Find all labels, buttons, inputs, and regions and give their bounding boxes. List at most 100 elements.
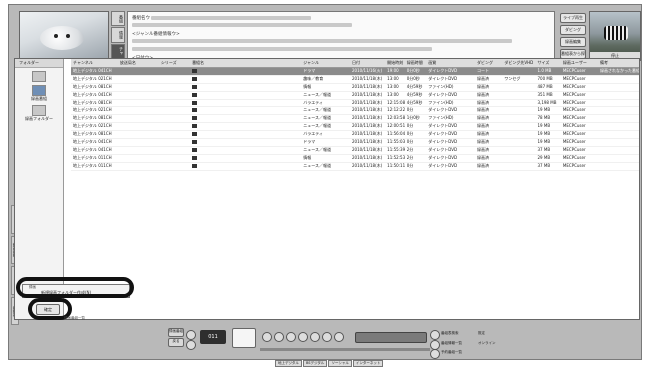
column-header[interactable]: サイズ	[536, 59, 561, 67]
table-row[interactable]: 地上デジタル 081CH 情報 2010/11/18(木) 13:00 4分59秒 ファイ…	[71, 84, 639, 92]
table-cell	[118, 100, 159, 107]
table-cell: 地上デジタル 021CH	[73, 107, 112, 113]
table-row[interactable]: 地上デジタル 081CH バラエティ 2010/11/18(木) 12:15:08 4分…	[71, 100, 639, 108]
table-cell	[190, 76, 301, 83]
column-header[interactable]: 画質	[426, 59, 475, 67]
table-cell	[598, 76, 639, 83]
vertical-tab[interactable]: 番組	[111, 11, 125, 27]
live-play-button[interactable]: ライブ再生	[560, 13, 586, 23]
power-icon[interactable]	[186, 340, 196, 350]
table-row[interactable]: 地上デジタル 041CH ニュース／報道 2010/11/18(木) 13:00 4分5…	[71, 92, 639, 100]
table-cell	[159, 68, 190, 75]
table-cell: ニュース／報道	[303, 146, 332, 152]
table-cell: 録画済	[476, 75, 489, 81]
recorded-button[interactable]: 録画番組	[168, 328, 184, 337]
epg-search-label[interactable]: 番組表検索	[441, 331, 459, 336]
table-cell: 78 MB	[537, 115, 551, 121]
table-row[interactable]: 地上デジタル 011CH 情報 2010/11/18(木) 11:52:53 2分 ダイレ…	[71, 155, 639, 163]
volume-bar[interactable]	[260, 348, 430, 351]
table-row[interactable]: 地上デジタル 041CH ニュース／報道 2010/11/18(木) 11:55:39…	[71, 147, 639, 155]
table-cell: MECPCuser	[562, 68, 586, 73]
table-cell: 録画済	[476, 107, 489, 113]
table-cell	[159, 147, 190, 154]
table-cell: 11:55:39	[387, 146, 405, 152]
folder-item[interactable]: 録画フォルダー	[15, 105, 63, 122]
program-list-label[interactable]: 番組情報一覧	[441, 341, 462, 346]
table-cell: 19:00	[387, 68, 399, 73]
vertical-tab[interactable]: チャ	[111, 43, 125, 59]
column-header[interactable]: 日付	[350, 59, 385, 67]
column-header[interactable]: ダビング先VHD	[502, 59, 535, 67]
table-row[interactable]: 地上デジタル 081CH ニュース／報道 2010/11/18(木) 12:03:58…	[71, 115, 639, 124]
table-cell: 11:50:11	[387, 162, 405, 168]
table-row[interactable]: 地上デジタル 041CH ドラマ 2010/11/18(木) 11:55:03 0分 ダイ…	[71, 139, 639, 147]
column-header[interactable]: ダビング	[475, 59, 502, 67]
table-row[interactable]: 地上デジタル 021CH ニュース／報道 2010/11/18(木) 12:00:51…	[71, 123, 639, 132]
table-cell	[598, 107, 639, 114]
table-cell: 4分59秒	[406, 91, 423, 97]
table-cell	[190, 100, 301, 107]
program-icon	[192, 76, 198, 81]
table-cell: ダイレクトDVD	[428, 91, 458, 97]
fast-forward-icon[interactable]	[334, 332, 344, 342]
vertical-tab[interactable]: 情報	[111, 27, 125, 43]
dubbing-button[interactable]: ダビング	[560, 25, 586, 35]
table-cell: 19 MB	[537, 139, 551, 145]
table-row[interactable]: 地上デジタル 021CH 趣味／教育 2010/11/18(木) 13:00 0分0秒 ダ…	[71, 76, 639, 84]
reservation-list-label[interactable]: 予約番組一覧	[441, 350, 462, 355]
table-cell: 4分59秒	[406, 99, 423, 105]
column-header[interactable]: 録画時間	[405, 59, 427, 67]
table-cell	[502, 100, 535, 107]
table-cell: 2分	[406, 154, 414, 160]
info-line	[132, 39, 550, 46]
table-cell	[118, 155, 159, 162]
reservation-list-icon[interactable]	[430, 349, 440, 359]
back-button[interactable]: 戻る	[168, 338, 184, 347]
play-icon[interactable]	[286, 332, 296, 342]
column-header[interactable]: 放送局名	[118, 59, 159, 67]
table-cell: 3,198 MB	[537, 99, 557, 105]
table-cell	[190, 84, 301, 91]
folder-item[interactable]: 録画番組	[15, 85, 63, 102]
table-cell: MECPCuser	[562, 123, 586, 129]
column-header[interactable]: ジャンル	[301, 59, 350, 67]
folder-item[interactable]	[15, 71, 63, 82]
table-cell: 地上デジタル 011CH	[73, 154, 112, 160]
table-cell: 0分	[406, 107, 414, 113]
column-header[interactable]: 録画ユーザー	[561, 59, 598, 67]
table-cell: 地上デジタル 011CH	[73, 162, 112, 168]
column-header[interactable]: 開始時刻	[385, 59, 405, 67]
online-label[interactable]: オンライン	[478, 341, 496, 346]
column-header[interactable]: チャンネル	[71, 59, 118, 67]
table-cell	[118, 163, 159, 170]
edit-button[interactable]: 録画編集	[560, 37, 586, 47]
table-row[interactable]: 地上デジタル 011CH ニュース／報道 2010/11/18(木) 11:50:11…	[71, 163, 639, 171]
table-cell	[118, 107, 159, 114]
table-cell	[190, 115, 301, 122]
column-header[interactable]: 備考	[598, 59, 639, 67]
program-icon	[192, 108, 198, 113]
column-header[interactable]: 番組名	[190, 59, 301, 67]
confirm-button[interactable]: 確定	[36, 304, 60, 315]
record-icon[interactable]	[186, 330, 196, 340]
rewind-icon[interactable]	[262, 332, 272, 342]
pause-icon[interactable]	[298, 332, 308, 342]
table-row[interactable]: 地上デジタル 041CH ドラマ 2010/11/16(火) 19:00 0分0秒 ダイレ…	[71, 68, 639, 76]
prev-icon[interactable]	[274, 332, 284, 342]
table-cell: 地上デジタル 041CH	[73, 139, 112, 145]
folder-icon	[32, 85, 46, 96]
screen-toggle-button[interactable]	[232, 328, 256, 348]
next-icon[interactable]	[322, 332, 332, 342]
table-cell: 録画されなかった番組	[600, 68, 639, 73]
table-row[interactable]: 地上デジタル 081CH バラエティ 2010/11/18(木) 11:56:04 0分…	[71, 131, 639, 140]
table-row[interactable]: 地上デジタル 021CH ニュース／報道 2010/11/18(木) 12:12:22…	[71, 107, 639, 116]
epg-search-icon[interactable]	[430, 330, 440, 340]
table-cell: ダイレクトDVD	[428, 123, 458, 129]
default-label[interactable]: 既定	[478, 331, 485, 336]
seek-bar[interactable]	[355, 332, 427, 343]
stop-icon[interactable]	[310, 332, 320, 342]
program-icon	[192, 100, 198, 105]
program-icon	[192, 140, 198, 145]
recording-table: チャンネル 放送局名 シリーズ 番組名 ジャンル 日付 開始時刻 録画時間 画質…	[71, 59, 639, 319]
column-header[interactable]: シリーズ	[159, 59, 190, 67]
